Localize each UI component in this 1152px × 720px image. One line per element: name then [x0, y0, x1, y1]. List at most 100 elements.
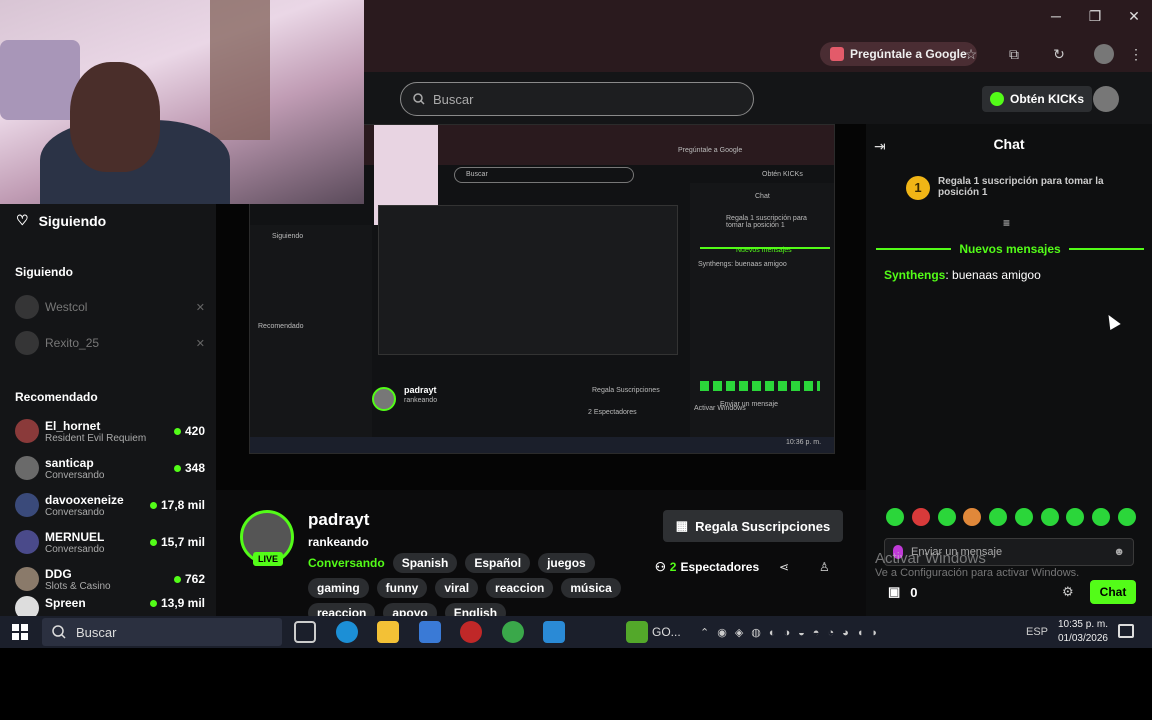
chat-send-button[interactable]: Chat	[1090, 580, 1136, 604]
points-count: 0	[910, 584, 918, 600]
search-input[interactable]: Buscar	[400, 82, 754, 116]
tag[interactable]: viral	[435, 578, 479, 598]
emote-icon[interactable]	[1117, 508, 1136, 526]
channel-name: Westcol	[45, 300, 88, 314]
windows-start-icon[interactable]	[12, 624, 28, 640]
extensions-icon[interactable]: ⧉	[1004, 44, 1024, 64]
task-view-icon[interactable]	[294, 621, 316, 643]
webcam-person-head	[70, 62, 160, 172]
sidebar-item-mernuel[interactable]: MERNUEL Conversando 15,7 mil	[15, 525, 205, 559]
sidebar-item-el-hornet[interactable]: El_hornet Resident Evil Requiem 420	[15, 414, 205, 448]
gift-icon: ▣	[888, 584, 901, 599]
game-icon[interactable]	[626, 621, 648, 643]
tag-row: gaming funny viral reaccion música	[308, 578, 628, 598]
gift-subscriptions-button[interactable]: ▦ Regala Suscripciones	[663, 510, 843, 542]
emoji-icon[interactable]: ☻	[1113, 546, 1125, 558]
nested-viewers: 2 Espectadores	[588, 409, 637, 416]
avatar	[15, 530, 39, 554]
avatar	[15, 419, 39, 443]
store-icon[interactable]	[419, 621, 441, 643]
nested-new-messages: Nuevos mensajes	[736, 247, 792, 254]
sidebar-item-following[interactable]: ♡ Siguiendo	[16, 212, 106, 229]
settings-gear-icon[interactable]: ⚙	[1062, 584, 1074, 600]
new-messages-divider[interactable]: Nuevos mensajes	[876, 240, 1145, 258]
emote-icon[interactable]	[937, 508, 956, 526]
taskbar-app-label[interactable]: GO...	[652, 625, 681, 639]
obs-icon[interactable]	[460, 621, 482, 643]
chat-message[interactable]: Synthengs: buenaas amigoo	[884, 268, 1041, 282]
tag[interactable]: Spanish	[392, 553, 458, 573]
tag[interactable]: música	[561, 578, 621, 598]
system-tray-icons[interactable]: ⌃◉◈◍◐◑◒◓◔◕◖◗	[700, 626, 886, 639]
profile-icon[interactable]	[1094, 44, 1114, 64]
gift-label: Regala Suscripciones	[695, 518, 831, 534]
language-indicator[interactable]: ESP	[1026, 626, 1048, 638]
emote-icon[interactable]	[1040, 508, 1059, 526]
ask-google-button[interactable]: Pregúntale a Google	[820, 42, 977, 66]
channel-name: El_hornet	[45, 418, 101, 433]
sidebar-item-santicap[interactable]: santicap Conversando 348	[15, 451, 205, 485]
user-avatar[interactable]	[1093, 86, 1119, 112]
get-kicks-label: Obtén KICKs	[1010, 92, 1085, 106]
nested-pinned: Regala 1 suscripción para tomar la posic…	[726, 215, 807, 229]
get-kicks-button[interactable]: Obtén KICKs	[982, 86, 1093, 112]
sidebar-item-westcol[interactable]: Westcol ✕	[15, 290, 205, 324]
edge-icon[interactable]	[336, 621, 358, 643]
tag[interactable]: Español	[465, 553, 531, 573]
share-icon[interactable]: ⋖	[779, 560, 789, 574]
activate-title: Activar Windows	[875, 550, 986, 567]
channel-name: Spreen	[45, 596, 86, 610]
follow-icon[interactable]: ♙	[819, 560, 830, 574]
chrome-icon[interactable]	[502, 621, 524, 643]
sidebar-item-davooxeneize[interactable]: davooxeneize Conversando 17,8 mil	[15, 488, 205, 522]
tag[interactable]: English	[444, 603, 507, 616]
minimize-button[interactable]: ─	[1044, 8, 1068, 24]
emote-icon[interactable]	[1092, 508, 1111, 526]
emote-icon[interactable]	[886, 508, 904, 526]
notification-icon[interactable]	[1118, 624, 1134, 638]
new-messages-label: Nuevos mensajes	[959, 242, 1061, 256]
viewer-count: 762	[174, 572, 205, 586]
pinned-gift-banner[interactable]: 1 Regala 1 suscripción para tomar la pos…	[906, 176, 1126, 200]
emote-icon[interactable]	[963, 508, 982, 526]
chat-points[interactable]: ▣ 0	[888, 584, 918, 600]
sidebar-item-rexito[interactable]: Rexito_25 ✕	[15, 326, 205, 360]
viewer-count: 13,9 mil	[150, 596, 205, 610]
emote-icon[interactable]	[1014, 508, 1033, 526]
tag[interactable]: funny	[376, 578, 428, 598]
browser-window: ─ ❐ ✕ Pregúntale a Google ☆ ⧉ ↻ ⋮ Buscar…	[0, 0, 1152, 616]
file-explorer-icon[interactable]	[377, 621, 399, 643]
emote-icon[interactable]	[1066, 508, 1085, 526]
tag[interactable]: gaming	[308, 578, 369, 598]
tag[interactable]: apoyo	[383, 603, 437, 616]
screen: ─ ❐ ✕ Pregúntale a Google ☆ ⧉ ↻ ⋮ Buscar…	[0, 0, 1152, 720]
emote-icon[interactable]	[989, 508, 1008, 526]
close-button[interactable]: ✕	[1122, 8, 1146, 25]
stream-title: rankeando	[308, 535, 369, 549]
history-icon[interactable]: ↻	[1049, 44, 1069, 64]
streamer-name[interactable]: padrayt	[308, 510, 369, 530]
emote-icon[interactable]	[911, 508, 930, 526]
channel-name: davooxeneize	[45, 492, 124, 507]
viewers-label: Espectadores	[680, 560, 760, 574]
nested-title: rankeando	[404, 397, 438, 404]
tag[interactable]: reaccion	[486, 578, 554, 598]
restore-button[interactable]: ❐	[1083, 8, 1107, 25]
tag[interactable]: juegos	[538, 553, 595, 573]
webcam-background	[0, 40, 80, 120]
sidebar-item-spreen[interactable]: Spreen 13,9 mil	[15, 596, 205, 616]
chat-username[interactable]: Synthengs	[884, 268, 945, 282]
star-icon[interactable]: ☆	[961, 44, 981, 64]
expand-icon[interactable]: ≡	[1003, 216, 1010, 230]
webcam-shelf	[210, 0, 270, 140]
menu-icon[interactable]: ⋮	[1126, 44, 1146, 64]
taskbar-clock[interactable]: 10:35 p. m. 01/03/2026	[1052, 618, 1108, 646]
app-icon[interactable]	[543, 621, 565, 643]
nested-recomendado: Recomendado	[258, 323, 304, 330]
category-link[interactable]: Conversando	[308, 556, 385, 570]
nested-search-label: Buscar	[466, 171, 488, 178]
taskbar-search[interactable]: Buscar	[42, 618, 282, 646]
sidebar-item-ddg[interactable]: DDG Slots & Casino 762	[15, 562, 205, 596]
tag[interactable]: reaccion	[308, 603, 376, 616]
nested-sidebar	[250, 225, 372, 453]
